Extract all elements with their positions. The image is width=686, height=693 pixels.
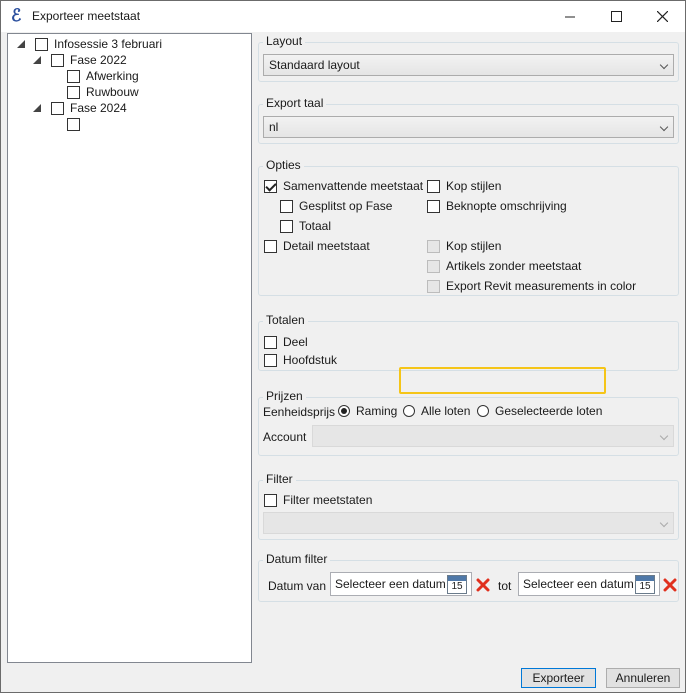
date-from-picker[interactable]: Selecteer een datum 15: [330, 572, 472, 596]
radio-checked[interactable]: [338, 405, 350, 417]
tree-checkbox[interactable]: [35, 37, 48, 51]
account-select[interactable]: [312, 425, 674, 447]
radio[interactable]: [403, 405, 415, 417]
unit-price-label: Eenheidsprijs: [263, 405, 336, 419]
app-logo-icon: ℰ: [11, 6, 22, 26]
estimate-radio[interactable]: Raming: [338, 403, 397, 419]
date-to-label: tot: [498, 579, 512, 593]
prices-group-title: Prijzen: [263, 389, 306, 403]
checkbox[interactable]: [264, 239, 277, 253]
tree-checkbox[interactable]: [67, 117, 80, 131]
export-language-title: Export taal: [263, 96, 327, 110]
concise-description-checkbox[interactable]: Beknopte omschrijving: [427, 198, 567, 214]
export-dialog: ℰ Exporteer meetstaat Infosessie 3 febru…: [0, 0, 686, 693]
date-filter-title: Datum filter: [263, 552, 331, 566]
checkbox-checked[interactable]: [264, 179, 277, 193]
chapter-checkbox[interactable]: Hoofdstuk: [264, 352, 337, 368]
clear-date-to-icon[interactable]: [663, 578, 677, 592]
date-to-picker[interactable]: Selecteer een datum 15: [518, 572, 660, 596]
checkbox[interactable]: [280, 199, 293, 213]
checkbox[interactable]: [264, 493, 277, 507]
tree-item-fase-2022[interactable]: Fase 2022: [32, 52, 127, 68]
checkbox[interactable]: [427, 179, 440, 193]
export-revit-color-checkbox[interactable]: Export Revit measurements in color: [427, 278, 636, 294]
summary-checkbox[interactable]: Samenvattende meetstaat: [264, 178, 423, 194]
window-title: Exporteer meetstaat: [32, 9, 141, 23]
selected-lots-radio[interactable]: Geselecteerde loten: [477, 403, 602, 419]
checkbox[interactable]: [427, 279, 440, 293]
export-button[interactable]: Exporteer: [521, 668, 596, 688]
layout-group-title: Layout: [263, 34, 306, 48]
totals-group-title: Totalen: [263, 313, 308, 327]
export-language-select[interactable]: nl: [263, 116, 674, 138]
chevron-down-icon: [659, 518, 669, 528]
filter-select[interactable]: [263, 512, 674, 534]
layout-select[interactable]: Standaard layout: [263, 54, 674, 76]
date-from-label: Datum van: [268, 579, 327, 593]
chevron-down-icon: [659, 60, 669, 70]
tree-checkbox[interactable]: [51, 101, 64, 115]
filter-group-title: Filter: [263, 472, 296, 486]
checkbox[interactable]: [280, 219, 293, 233]
dialog-body: Infosessie 3 februari Fase 2022 Afwerkin…: [1, 32, 685, 692]
tree-checkbox[interactable]: [67, 85, 80, 99]
tree-item-ruwbouw[interactable]: Ruwbouw: [67, 84, 139, 100]
checkbox[interactable]: [264, 353, 277, 367]
calendar-icon[interactable]: 15: [447, 575, 467, 594]
minimize-button[interactable]: [547, 1, 593, 32]
total-checkbox[interactable]: Totaal: [280, 218, 331, 234]
tree-item-unnamed[interactable]: [67, 116, 86, 132]
collapse-triangle-icon[interactable]: [32, 55, 42, 65]
maximize-icon: [610, 11, 622, 22]
calendar-icon[interactable]: 15: [635, 575, 655, 594]
tree-item-afwerking[interactable]: Afwerking: [67, 68, 139, 84]
maximize-button[interactable]: [593, 1, 639, 32]
tree-item-fase-2024[interactable]: Fase 2024: [32, 100, 127, 116]
items-without-measurement-checkbox[interactable]: Artikels zonder meetstaat: [427, 258, 581, 274]
tree-checkbox[interactable]: [51, 53, 64, 67]
close-button[interactable]: [639, 1, 685, 32]
chevron-down-icon: [659, 431, 669, 441]
radio[interactable]: [477, 405, 489, 417]
checkbox[interactable]: [427, 259, 440, 273]
collapse-triangle-icon[interactable]: [16, 39, 26, 49]
title-bar: ℰ Exporteer meetstaat: [1, 1, 685, 32]
filter-measurements-checkbox[interactable]: Filter meetstaten: [264, 492, 372, 508]
header-styles-checkbox[interactable]: Kop stijlen: [427, 178, 501, 194]
lot-selection-highlight: [399, 367, 606, 394]
part-checkbox[interactable]: Deel: [264, 334, 308, 350]
detail-header-styles-checkbox[interactable]: Kop stijlen: [427, 238, 501, 254]
phase-tree[interactable]: Infosessie 3 februari Fase 2022 Afwerkin…: [7, 33, 252, 663]
checkbox[interactable]: [427, 199, 440, 213]
cancel-button[interactable]: Annuleren: [606, 668, 680, 688]
split-by-phase-checkbox[interactable]: Gesplitst op Fase: [280, 198, 392, 214]
account-label: Account: [263, 430, 307, 444]
detail-checkbox[interactable]: Detail meetstaat: [264, 238, 370, 254]
tree-item-infosessie[interactable]: Infosessie 3 februari: [16, 36, 162, 52]
checkbox[interactable]: [264, 335, 277, 349]
all-lots-radio[interactable]: Alle loten: [403, 403, 470, 419]
tree-checkbox[interactable]: [67, 69, 80, 83]
minimize-icon: [565, 16, 575, 17]
chevron-down-icon: [659, 122, 669, 132]
options-group-title: Opties: [263, 158, 304, 172]
checkbox[interactable]: [427, 239, 440, 253]
close-icon: [656, 11, 668, 22]
collapse-triangle-icon[interactable]: [32, 103, 42, 113]
clear-date-from-icon[interactable]: [476, 578, 490, 592]
